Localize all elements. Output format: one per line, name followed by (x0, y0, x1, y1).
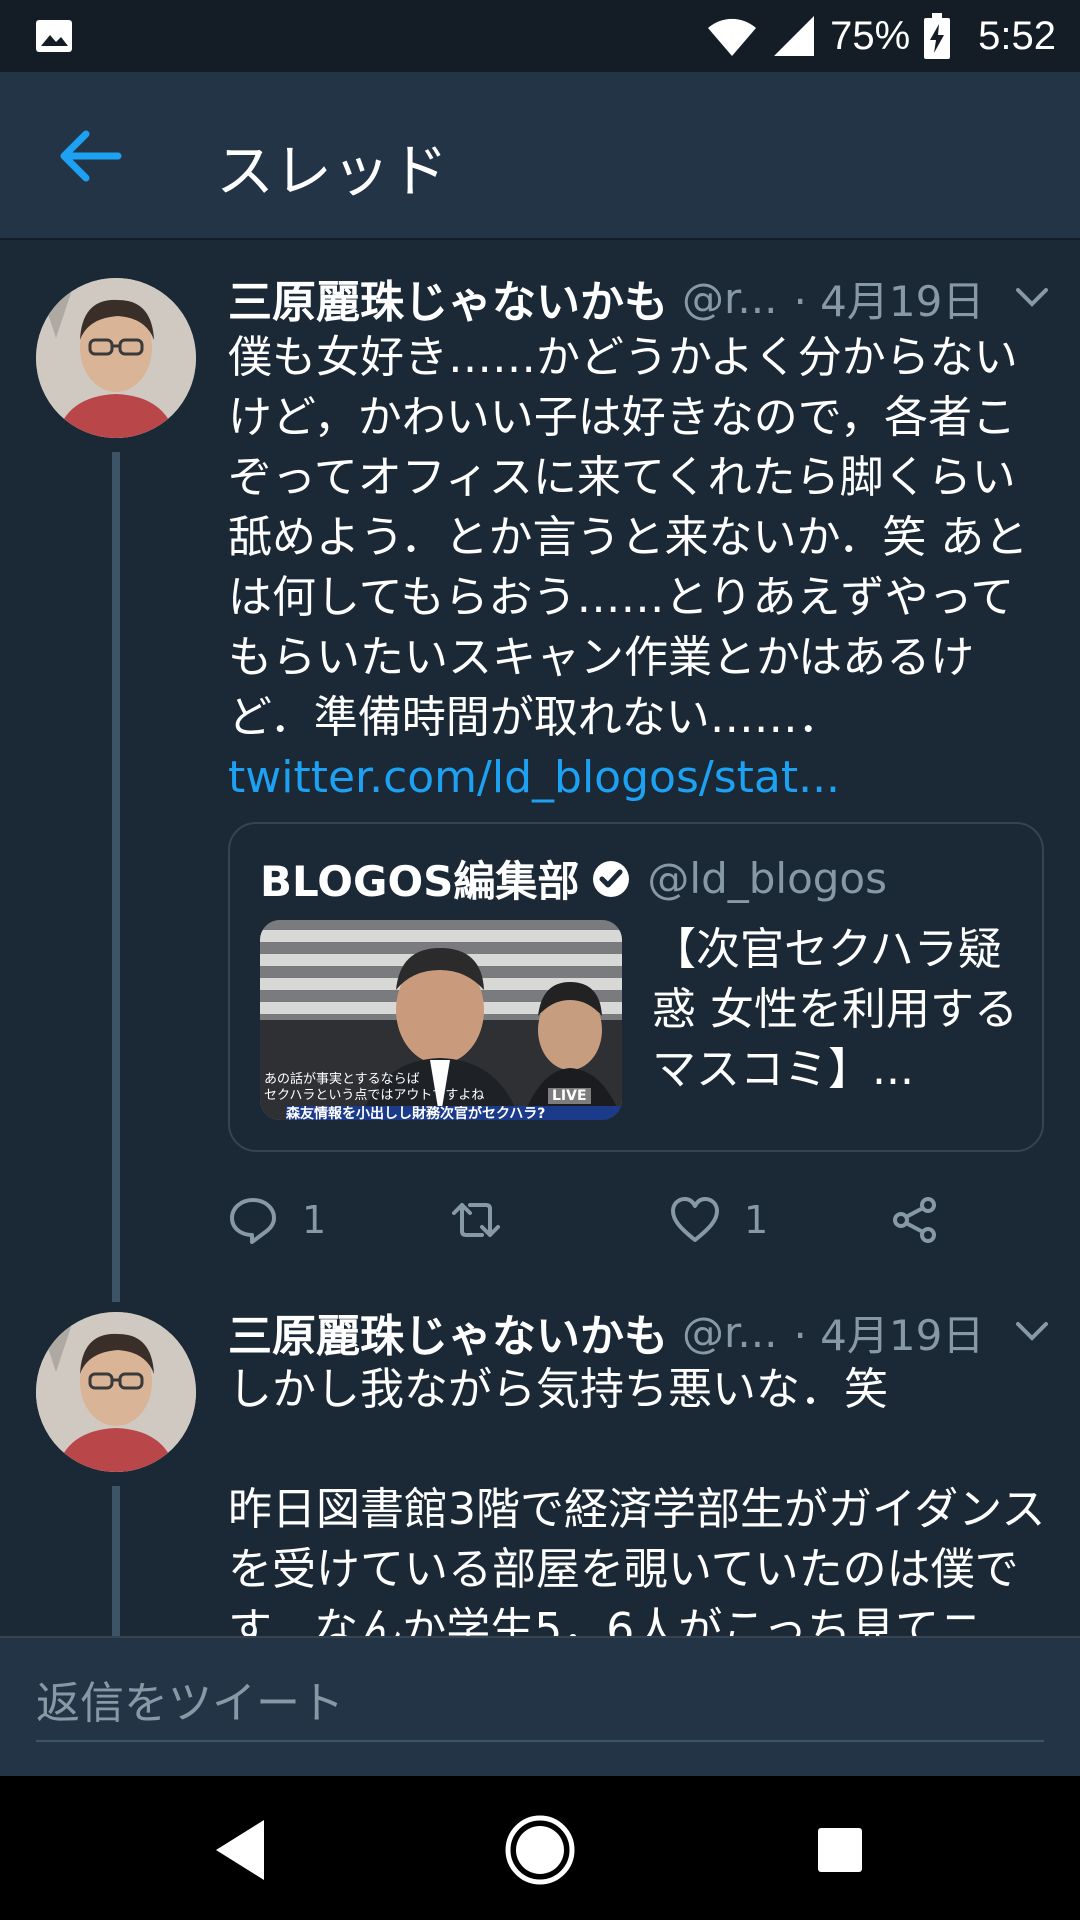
reply-count: 1 (302, 1198, 327, 1242)
back-button[interactable] (58, 128, 122, 184)
quote-thumbnail: あの話が事実とするならば セクハラという点ではアウトですよね LIVE 森友情報… (260, 920, 622, 1120)
signal-icon (774, 16, 815, 56)
quote-author-name: BLOGOS編集部 (260, 857, 580, 906)
thread-timeline[interactable]: 三原麗珠じゃないかも @r... · 4月19日 僕も女好き……かどうかよく分か… (0, 242, 1080, 1636)
nav-recents-icon[interactable] (800, 1810, 880, 1890)
battery-percent: 75% (830, 13, 911, 58)
system-nav-bar (0, 1776, 1080, 1920)
tweet-date: · 4月19日 (793, 276, 985, 326)
clock: 5:52 (978, 13, 1056, 58)
chevron-down-icon[interactable] (1014, 1316, 1050, 1346)
thread-line (112, 1486, 120, 1636)
thumb-ticker: 森友情報を小出しし財務次官がセクハラ? (286, 1106, 622, 1120)
retweet-icon (452, 1203, 500, 1237)
retweet-button[interactable] (448, 1190, 528, 1250)
status-bar: 75% 5:52 (0, 0, 1080, 72)
thumb-caption: あの話が事実とするならば セクハラという点ではアウトですよね (264, 1072, 485, 1103)
author-name[interactable]: 三原麗珠じゃないかも (228, 1300, 668, 1364)
tweet-actions: 1 1 (228, 1190, 1028, 1250)
back-arrow-icon (60, 130, 122, 182)
tweet-header: 三原麗珠じゃないかも @r... · 4月19日 (228, 268, 1050, 328)
author-name[interactable]: 三原麗珠じゃないかも (228, 266, 668, 330)
author-handle[interactable]: @r... (682, 1308, 777, 1357)
quote-text: 【次官セクハラ疑惑 女性を利用するマスコミ】... (652, 924, 1018, 1095)
quoted-tweet[interactable]: BLOGOS編集部 @ld_blogos あの話が事実とするならば セクハラとい… (228, 822, 1044, 1152)
tweet-text: しかし我ながら気持ち悪いな．笑 昨日図書館3階で経済学部生がガイダンスを受けてい… (228, 1364, 1046, 1636)
share-icon (893, 1197, 936, 1243)
like-count: 1 (744, 1198, 769, 1242)
heart-icon (671, 1197, 719, 1242)
quote-author-handle: @ld_blogos (647, 854, 888, 903)
nav-home-icon[interactable] (500, 1810, 580, 1890)
chevron-down-icon[interactable] (1014, 282, 1050, 312)
tweet-link[interactable]: twitter.com/ld_blogos/stat... (228, 752, 840, 803)
avatar[interactable] (36, 1312, 196, 1472)
tweet[interactable]: 三原麗珠じゃないかも @r... · 4月19日 しかし我ながら気持ち悪いな．笑… (0, 1302, 1080, 1636)
verified-badge-icon (593, 860, 630, 897)
tweet-text: 僕も女好き……かどうかよく分からないけど，かわいい子は好きなので，各者こぞってオ… (228, 332, 1029, 803)
tweet[interactable]: 三原麗珠じゃないかも @r... · 4月19日 僕も女好き……かどうかよく分か… (0, 242, 1080, 1302)
reply-button[interactable]: 1 (228, 1190, 326, 1250)
tweet-date: · 4月19日 (793, 1310, 985, 1360)
thread-line (112, 452, 120, 1302)
image-icon (36, 20, 72, 52)
nav-back-icon[interactable] (200, 1810, 280, 1890)
reply-icon (230, 1198, 276, 1244)
page-title: スレッド (216, 137, 449, 205)
share-button[interactable] (890, 1190, 940, 1250)
tweet-header: 三原麗珠じゃないかも @r... · 4月19日 (228, 1302, 1050, 1362)
battery-charging-icon (924, 13, 951, 59)
author-handle[interactable]: @r... (682, 274, 777, 323)
thumb-live-badge: LIVE (548, 1088, 591, 1104)
like-button[interactable]: 1 (670, 1190, 768, 1250)
app-header: スレッド (0, 72, 1080, 240)
reply-bar (0, 1636, 1080, 1776)
reply-input[interactable] (36, 1666, 1044, 1742)
wifi-icon (708, 18, 757, 56)
avatar[interactable] (36, 278, 196, 438)
